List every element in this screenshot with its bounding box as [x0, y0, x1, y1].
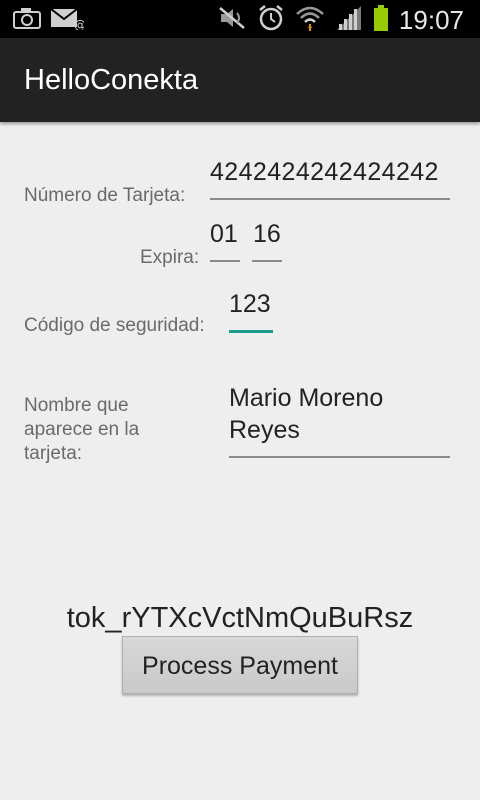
battery-icon: [373, 4, 389, 36]
camera-icon: [12, 6, 42, 34]
card-number-field[interactable]: 4242424242424242: [210, 156, 439, 188]
cvc-field[interactable]: 123: [229, 288, 271, 320]
status-right-icons: 19:07: [217, 4, 464, 36]
expires-month-field[interactable]: 01: [210, 218, 238, 250]
name-label-line: tarjeta:: [24, 443, 83, 464]
status-left-icons: @: [12, 6, 86, 34]
mail-icon: @: [50, 6, 86, 34]
name-label-line: Nombre que: [24, 395, 129, 416]
expires-label: Expira:: [140, 247, 200, 268]
alarm-icon: [257, 4, 285, 36]
signal-icon: [335, 4, 363, 36]
name-underline: [229, 456, 450, 458]
app-title: HelloConekta: [24, 64, 199, 96]
card-number-label: Número de Tarjeta:: [24, 185, 186, 206]
process-payment-button[interactable]: Process Payment: [122, 636, 358, 694]
wifi-icon: [295, 4, 325, 36]
name-field-line[interactable]: Mario Moreno: [229, 382, 383, 414]
name-field-line[interactable]: Reyes: [229, 414, 300, 446]
name-label-line: aparece en la: [24, 419, 140, 440]
cvc-underline-focused: [229, 330, 273, 333]
svg-text:@: @: [74, 18, 84, 30]
expires-month-underline: [210, 260, 240, 262]
cvc-label: Código de seguridad:: [24, 315, 205, 336]
card-number-underline: [210, 198, 450, 200]
status-bar: @: [0, 0, 480, 38]
expires-year-field[interactable]: 16: [253, 218, 281, 250]
token-text: tok_rYTXcVctNmQuBuRsz: [66, 602, 414, 634]
clock: 19:07: [398, 5, 464, 35]
action-bar: HelloConekta: [0, 38, 480, 122]
expires-year-underline: [252, 260, 282, 262]
mute-icon: [217, 4, 247, 36]
